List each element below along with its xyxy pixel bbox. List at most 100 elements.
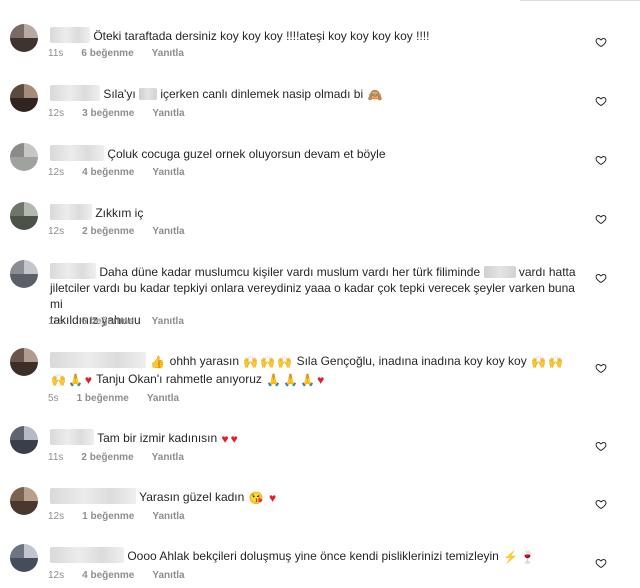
- comment-line: Daha düne kadar muslumcu kişiler vardı m…: [50, 263, 590, 280]
- comment-meta: 11s 6 beğenme Yanıtla: [48, 48, 184, 60]
- reply-button[interactable]: Yanıtla: [152, 48, 184, 60]
- username-redacted[interactable]: [50, 547, 124, 563]
- comment-body: Sıla'yı içerken canlı dinlemek nasip olm…: [50, 85, 383, 102]
- likes-count[interactable]: 1 beğenme: [82, 511, 134, 523]
- raising-hands-emoji: 🙌: [260, 355, 276, 369]
- likes-count[interactable]: 6 beğenme: [81, 316, 133, 328]
- folded-hands-emoji: 🙏: [300, 373, 316, 387]
- reply-button[interactable]: Yanıtla: [147, 393, 179, 405]
- comment-line: 👍 ohhh yarasın 🙌 🙌 🙌 Sıla Gençoğlu, inadın…: [50, 352, 590, 369]
- thumbs-up-emoji: 👍: [150, 355, 166, 369]
- avatar[interactable]: [10, 202, 38, 230]
- comment-body: Yarasın güzel kadın 😘 ♥: [50, 488, 277, 505]
- comment-time[interactable]: 12s: [48, 167, 64, 179]
- heart-outline-icon[interactable]: [595, 498, 607, 510]
- comment-text: Tam bir izmir kadınısın: [97, 431, 218, 445]
- avatar[interactable]: [10, 426, 38, 454]
- heart-outline-icon[interactable]: [595, 154, 607, 166]
- comment-meta: 11s 2 beğenme Yanıtla: [48, 452, 184, 464]
- heart-outline-icon[interactable]: [595, 213, 607, 225]
- reply-button[interactable]: Yanıtla: [152, 316, 184, 328]
- heart-outline-icon[interactable]: [595, 362, 607, 374]
- comment-text: Oooo Ahlak bekçileri doluşmuş yine önce …: [127, 549, 499, 563]
- username-redacted[interactable]: [50, 85, 100, 101]
- comment-time[interactable]: 12s: [48, 570, 64, 582]
- raising-hands-emoji: 🙌: [548, 355, 563, 369]
- username-redacted[interactable]: [50, 204, 92, 220]
- comment-text: Zıkkım iç: [95, 206, 144, 220]
- comment-meta: 12s 4 beğenme Yanıtla: [48, 570, 185, 582]
- avatar[interactable]: [10, 84, 38, 112]
- comment-body: Oooo Ahlak bekçileri doluşmuş yine önce …: [50, 547, 536, 564]
- likes-count[interactable]: 4 beğenme: [82, 570, 134, 582]
- username-redacted[interactable]: [50, 145, 104, 161]
- reply-button[interactable]: Yanıtla: [152, 511, 184, 523]
- avatar[interactable]: [10, 487, 38, 515]
- comment-line: jiletciler vardı bu kadar tepkiyi onlara…: [50, 281, 575, 311]
- reply-button[interactable]: Yanıtla: [152, 167, 184, 179]
- red-heart-emoji: ♥: [230, 432, 238, 446]
- reply-button[interactable]: Yanıtla: [152, 570, 184, 582]
- comment-meta: 5s 1 beğenme Yanıtla: [48, 393, 179, 405]
- username-redacted[interactable]: [50, 263, 96, 279]
- comment-text-part: Tanju Okan'ı rahmetle anıyoruz: [96, 372, 262, 386]
- lightning-emoji: ⚡: [503, 550, 519, 564]
- avatar[interactable]: [10, 260, 38, 288]
- username-redacted[interactable]: [50, 27, 90, 43]
- comment-time[interactable]: 12s: [48, 226, 64, 238]
- comment-time[interactable]: 11s: [48, 48, 63, 60]
- comment-text-part: Sıla Gençoğlu, inadına inadına koy koy k…: [296, 354, 527, 368]
- likes-count[interactable]: 1 beğenme: [77, 393, 129, 405]
- folded-hands-emoji: 🙏: [266, 373, 282, 387]
- avatar[interactable]: [10, 348, 38, 376]
- comment-body: Çoluk cocuga guzel ornek oluyorsun devam…: [50, 145, 386, 162]
- comment-body: Zıkkım iç: [50, 204, 143, 221]
- comment-meta: 11s 6 beğenme Yanıtla: [48, 316, 184, 328]
- redacted-word: [139, 88, 157, 100]
- see-no-evil-monkey-emoji: 🙈: [367, 88, 383, 102]
- wine-glass-emoji: 🍷: [520, 550, 536, 564]
- comment-time[interactable]: 12s: [48, 511, 64, 523]
- comment-time[interactable]: 11s: [48, 452, 63, 464]
- redacted-word: [483, 266, 516, 278]
- username-redacted[interactable]: [50, 429, 94, 445]
- comment-text: Öteki taraftada dersiniz koy koy koy !!!…: [93, 29, 430, 43]
- username-redacted[interactable]: [50, 352, 146, 368]
- heart-outline-icon[interactable]: [595, 440, 607, 452]
- heart-outline-icon[interactable]: [595, 272, 607, 284]
- comment-time[interactable]: 5s: [48, 393, 59, 405]
- avatar[interactable]: [10, 544, 38, 572]
- raising-hands-emoji: 🙌: [51, 373, 66, 387]
- raising-hands-emoji: 🙌: [531, 355, 547, 369]
- likes-count[interactable]: 6 beğenme: [81, 48, 133, 60]
- likes-count[interactable]: 2 beğenme: [81, 452, 133, 464]
- heart-outline-icon[interactable]: [595, 95, 607, 107]
- red-heart-emoji: ♥: [268, 491, 277, 505]
- likes-count[interactable]: 3 beğenme: [82, 108, 134, 120]
- avatar[interactable]: [10, 143, 38, 171]
- raising-hands-emoji: 🙌: [243, 355, 259, 369]
- reply-button[interactable]: Yanıtla: [152, 108, 184, 120]
- username-redacted[interactable]: [50, 488, 136, 504]
- comment-body: Tam bir izmir kadınısın ♥ ♥: [50, 429, 239, 446]
- comment-body: Öteki taraftada dersiniz koy koy koy !!!…: [50, 27, 429, 44]
- red-heart-emoji: ♥: [221, 432, 229, 446]
- heart-outline-icon[interactable]: [595, 36, 607, 48]
- top-divider: [520, 0, 640, 1]
- comment-text-part: içerken canlı dinlemek nasip olmadı bi: [160, 87, 364, 101]
- red-heart-emoji: ♥: [84, 373, 93, 387]
- likes-count[interactable]: 2 beğenme: [82, 226, 134, 238]
- comment-line: 🙌 🙏 ♥ Tanju Okan'ı rahmetle anıyoruz 🙏 🙏 🙏 ♥: [50, 371, 590, 387]
- folded-hands-emoji: 🙏: [67, 373, 83, 387]
- comment-time[interactable]: 11s: [48, 316, 63, 328]
- likes-count[interactable]: 4 beğenme: [82, 167, 134, 179]
- raising-hands-emoji: 🙌: [277, 355, 293, 369]
- comment-text: Yarasın güzel kadın: [139, 490, 245, 504]
- heart-outline-icon[interactable]: [595, 557, 607, 569]
- reply-button[interactable]: Yanıtla: [152, 452, 184, 464]
- red-heart-emoji: ♥: [317, 373, 325, 387]
- reply-button[interactable]: Yanıtla: [152, 226, 184, 238]
- comment-time[interactable]: 12s: [48, 108, 64, 120]
- comment-text: Çoluk cocuga guzel ornek oluyorsun devam…: [107, 147, 386, 161]
- avatar[interactable]: [10, 24, 38, 52]
